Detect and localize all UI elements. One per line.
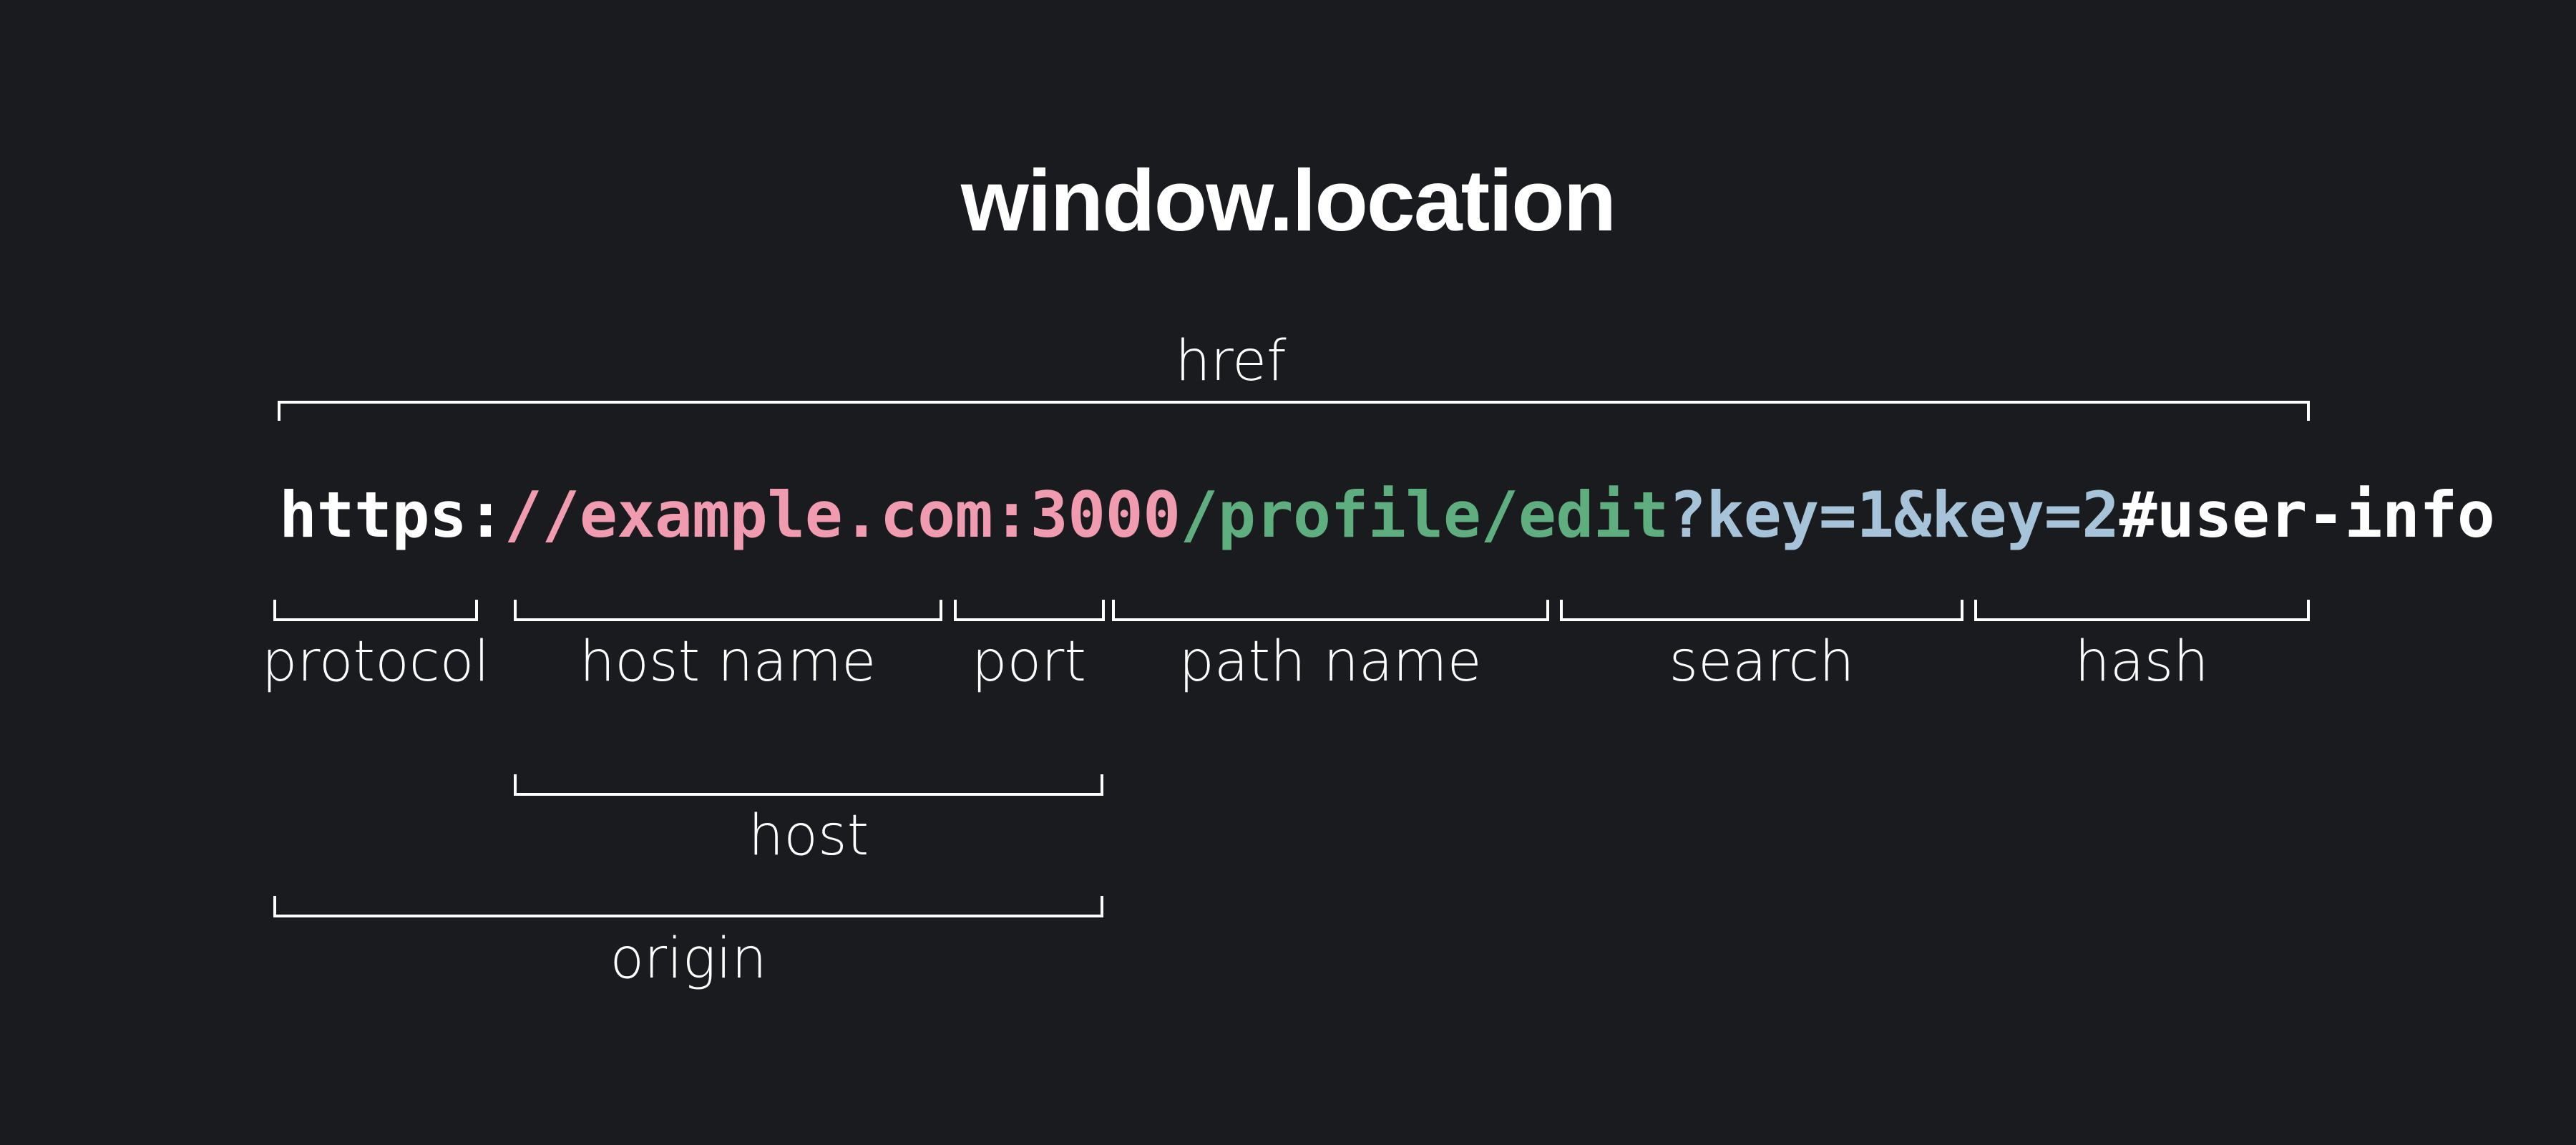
url-search: ?key=1&key=2 [1668,478,2119,552]
bracket-origin [273,896,1103,917]
label-href: href [1175,329,1287,394]
url-pathname: /profile/edit [1180,478,1669,552]
bracket-hostname [514,600,942,621]
label-origin: origin [610,927,767,991]
bracket-search [1560,600,1963,621]
bracket-href [278,401,2310,421]
url-string: https://example.com:3000/profile/edit?ke… [279,472,2495,558]
url-port: :3000 [992,478,1181,552]
bracket-protocol [273,600,478,621]
label-pathname: path name [1179,630,1482,694]
diagram-title: window.location [960,152,1616,249]
label-port: port [972,630,1086,694]
label-search: search [1669,630,1855,694]
label-protocol: protocol [261,630,490,694]
label-hostname: host name [579,630,877,694]
url-hostname: //example.com [504,478,993,552]
url-hash: #user-info [2119,478,2495,552]
label-hash: hash [2074,630,2209,694]
url-protocol: https: [279,478,504,552]
bracket-port [954,600,1105,621]
label-host: host [748,804,869,868]
bracket-hash [1974,600,2310,621]
bracket-pathname [1112,600,1549,621]
bracket-host [514,774,1103,796]
